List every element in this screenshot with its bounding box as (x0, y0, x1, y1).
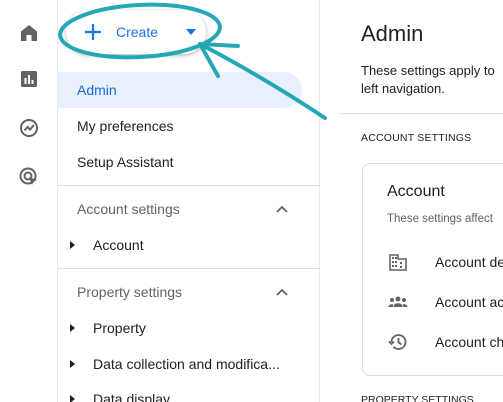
account-settings-header[interactable]: Account settings (58, 191, 320, 227)
nav-item-admin[interactable]: Admin (58, 72, 302, 108)
nav-item-account-label: Account (93, 237, 144, 253)
people-icon (388, 296, 408, 307)
left-navigation: Create Admin My preferences Setup Assist… (58, 0, 320, 402)
chevron-up-icon (276, 205, 288, 213)
main-divider (340, 113, 503, 114)
account-settings-caption: ACCOUNT SETTINGS (361, 132, 472, 144)
advertising-icon[interactable] (17, 165, 41, 189)
card-subtitle: These settings affect (387, 213, 493, 225)
account-settings-label: Account settings (77, 201, 180, 217)
chevron-up-icon (276, 288, 288, 296)
page-description-line: These settings apply to (361, 63, 495, 78)
expand-arrow-icon (70, 324, 75, 332)
account-access-row[interactable]: Account ac (363, 287, 503, 317)
nav-divider (58, 185, 320, 186)
left-rail (0, 0, 58, 402)
nav-item-setup-assistant[interactable]: Setup Assistant (58, 144, 302, 180)
explore-icon[interactable] (17, 116, 41, 140)
nav-item-data-display[interactable]: Data display (58, 382, 320, 402)
reports-icon[interactable] (17, 67, 41, 91)
nav-item-data-collection-label: Data collection and modifica... (93, 356, 280, 372)
nav-item-account[interactable]: Account (58, 228, 320, 262)
create-label: Create (116, 24, 159, 40)
expand-arrow-icon (70, 241, 75, 249)
card-title: Account (387, 183, 445, 200)
page-description: These settings apply to left navigation. (361, 62, 503, 98)
nav-divider (58, 268, 320, 269)
property-settings-header[interactable]: Property settings (58, 274, 320, 310)
row-label: Account ch (435, 334, 503, 350)
page-description-line: left navigation. (361, 81, 445, 96)
expand-arrow-icon (70, 360, 75, 368)
nav-item-property-label: Property (93, 320, 146, 336)
property-settings-label: Property settings (77, 284, 183, 300)
plus-icon (82, 21, 104, 43)
nav-item-property[interactable]: Property (58, 311, 320, 345)
account-change-history-row[interactable]: Account ch (363, 327, 503, 357)
nav-item-my-preferences[interactable]: My preferences (58, 108, 302, 144)
nav-item-data-display-label: Data display (93, 391, 171, 402)
building-icon (389, 254, 407, 271)
account-details-row[interactable]: Account de (363, 247, 503, 277)
home-icon[interactable] (17, 21, 41, 45)
expand-arrow-icon (70, 395, 75, 402)
row-label: Account de (435, 254, 503, 270)
nav-item-data-collection[interactable]: Data collection and modifica... (58, 347, 320, 381)
property-settings-caption: PROPERTY SETTINGS (361, 394, 474, 402)
main-content: Admin These settings apply to left navig… (320, 0, 503, 402)
history-icon (388, 334, 407, 350)
create-button[interactable]: Create (66, 10, 206, 54)
account-card: Account These settings affect Account de… (362, 163, 503, 376)
row-label: Account ac (435, 294, 503, 310)
caret-down-icon (186, 29, 196, 35)
page-title: Admin (361, 21, 424, 46)
